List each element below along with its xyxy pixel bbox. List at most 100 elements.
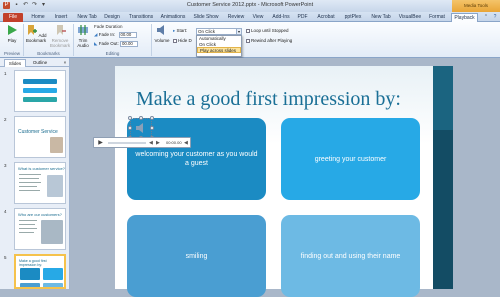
tab-slides[interactable]: Slides [4,59,26,67]
player-progress-track[interactable] [108,142,146,144]
volume-icon [157,25,164,35]
tab-playback[interactable]: Playback [451,13,478,22]
player-time: 00:00.00 [166,140,182,145]
tab-outline[interactable]: Outline [28,59,52,67]
player-back-icon[interactable]: ◀ [149,139,153,147]
start-dropdown[interactable]: On Click ▾ [196,28,242,35]
slides-panel: Slides Outline × 1 2 Customer Service 3 … [0,58,70,289]
tab-pptplex[interactable]: pptPlex [341,13,365,22]
slide-number: 5 [4,255,7,260]
minimize-ribbon-icon[interactable]: ⌃ [482,13,490,22]
thumb-shape [23,97,57,102]
add-bookmark-icon [28,25,38,35]
thumb-title: Customer Service [18,129,58,135]
tab-slide-show[interactable]: Slide Show [191,13,221,22]
add-bookmark-button[interactable]: Add Bookmark [25,24,47,43]
thumb-text-line [19,232,34,233]
thumb-text-line [19,186,37,187]
close-panel-icon[interactable]: × [62,59,68,67]
tab-animations[interactable]: Animations [158,13,188,22]
thumb-shape [43,268,63,280]
resize-handle[interactable] [128,126,132,130]
play-button[interactable]: Play [4,24,20,43]
group-divider [73,24,74,56]
thumb-shape [20,283,40,287]
resize-handle[interactable] [128,116,132,120]
tab-transitions[interactable]: Transitions [126,13,156,22]
tab-acrobat[interactable]: Acrobat [314,13,338,22]
resize-handle[interactable] [150,116,154,120]
rewind-row[interactable]: Rewind after Playing [246,38,292,43]
fade-duration-label: Fade Duration [94,24,123,29]
thumb-shape [43,283,63,287]
tab-new-tab[interactable]: New Tab [74,13,100,22]
tab-design[interactable]: Design [101,13,123,22]
bookmarks-group-label: Bookmarks [37,51,60,56]
rewind-checkbox[interactable] [246,38,250,43]
window-title: Customer Service 2012.pptx - Microsoft P… [186,2,314,8]
tab-new-tab-2[interactable]: New Tab [368,13,394,22]
volume-button[interactable]: Volume [154,24,170,43]
thumb-photo [50,137,63,153]
thumb-photo [41,220,63,244]
card-smiling[interactable]: smiling [127,215,266,297]
media-tools-context-label: Media Tools [452,0,500,12]
player-forward-icon[interactable]: ▶ [156,139,160,147]
loop-row[interactable]: Loop until Stopped [246,28,289,33]
chevron-down-icon[interactable]: ▾ [236,29,241,34]
slide-thumbnail-4[interactable]: Who are our customers? [14,208,66,250]
help-icon[interactable]: ? [491,13,499,22]
slide-thumbnail-3[interactable]: What is customer service? [14,162,66,204]
thumb-text-line [19,220,37,221]
thumb-shape [20,268,40,280]
player-volume-icon[interactable]: ◀ [184,139,188,147]
hide-during-show-row[interactable]: Hide D [173,38,192,43]
slide-number: 3 [4,163,7,168]
thumb-shape [23,88,57,93]
title-bar: P ▪ ↶ ↷ ▾ Customer Service 2012.pptx - M… [0,0,500,12]
trim-audio-button[interactable]: Trim Audio [75,24,91,48]
start-label-row: ▸ Start: [173,28,188,33]
slide-number: 1 [4,71,7,76]
thumb-shape [23,79,57,84]
resize-handle[interactable] [150,126,154,130]
ribbon-playback: Play Preview Add Bookmark Remove Bookmar… [0,22,500,58]
tab-home[interactable]: Home [28,13,48,22]
tab-review[interactable]: Review [225,13,247,22]
audio-object-selection[interactable] [128,116,154,140]
fade-in-input[interactable]: 00.00 [118,32,137,38]
slide-thumbnail-5[interactable]: Make a good first impression by: [14,254,66,289]
remove-bookmark-button[interactable]: Remove Bookmark [48,24,72,48]
thumb-text-line [19,228,37,229]
resize-handle[interactable] [139,116,143,120]
fade-out-input[interactable]: 00.00 [120,41,139,47]
thumb-title: Make a good first impression by: [19,259,47,267]
tab-view[interactable]: View [249,13,267,22]
player-play-icon[interactable]: ▶ [96,139,105,147]
card-greeting[interactable]: greeting your customer [281,118,420,200]
slide-thumbnail-1[interactable] [14,70,66,112]
ribbon-tabs: File Home Insert New Tab Design Transiti… [0,12,500,22]
speaker-icon [136,123,143,133]
start-dropdown-menu: Automatically On Click Play across slide… [196,35,242,57]
start-option-play-across-slides[interactable]: Play across slides [197,47,241,53]
card-using-name[interactable]: finding out and using their name [281,215,420,297]
tab-insert[interactable]: Insert [51,13,71,22]
slide-title[interactable]: Make a good first impression by: [136,88,401,111]
fade-out-row: ◣ Fade Out: 00.00 [94,41,139,47]
tab-pdf[interactable]: PDF [295,13,310,22]
tab-file[interactable]: File [3,13,23,22]
slide-number: 2 [4,117,7,122]
tab-add-ins[interactable]: Add-Ins [270,13,292,22]
slide-decoration-strip [433,130,453,289]
loop-checkbox[interactable] [246,28,250,33]
remove-bookmark-icon [57,25,66,35]
tab-visualbee[interactable]: VisualBee [397,13,423,22]
group-divider [151,24,152,56]
hide-during-show-checkbox[interactable] [173,38,177,43]
tab-format[interactable]: Format [426,13,448,22]
slide-thumbnail-2[interactable]: Customer Service [14,116,66,158]
fade-out-icon: ◣ [94,41,98,47]
thumb-text-line [19,182,41,183]
play-icon [8,25,17,35]
